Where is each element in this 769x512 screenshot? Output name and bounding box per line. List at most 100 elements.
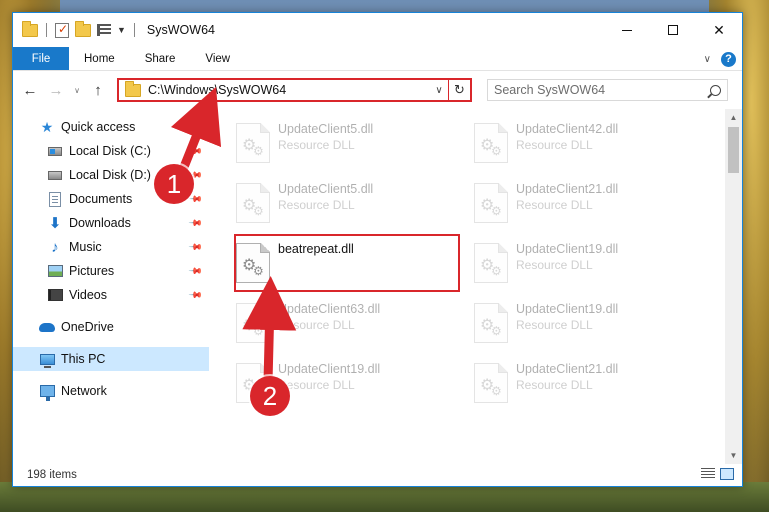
file-text: UpdateClient21.dll Resource DLL <box>516 362 618 392</box>
file-item[interactable]: ⚙ ⚙ UpdateClient21.dll Resource DLL <box>467 357 697 409</box>
vertical-scrollbar[interactable]: ▲ ▼ <box>725 109 742 464</box>
nav-item-label: Network <box>61 384 107 398</box>
file-name: UpdateClient19.dll <box>516 242 619 256</box>
file-item[interactable]: ⚙ ⚙ UpdateClient21.dll Resource DLL <box>467 177 697 229</box>
up-button[interactable]: ↑ <box>87 79 109 101</box>
nav-local-disk-c[interactable]: Local Disk (C:) 📌 <box>13 139 209 163</box>
search-box[interactable] <box>487 79 728 101</box>
nav-pictures[interactable]: Pictures 📌 <box>13 259 209 283</box>
view-options-icon[interactable] <box>97 24 111 36</box>
nav-item-label: Documents <box>69 192 133 206</box>
nav-item-label: Local Disk (D:) <box>69 168 151 182</box>
nav-network[interactable]: Network <box>13 379 209 403</box>
folder-icon <box>22 20 38 37</box>
music-icon: ♪ <box>51 238 59 256</box>
gear-icon: ⚙ <box>253 204 264 218</box>
dll-file-icon: ⚙⚙ <box>236 183 270 223</box>
nav-downloads[interactable]: ⬇ Downloads 📌 <box>13 211 209 235</box>
forward-button[interactable]: → <box>45 79 67 101</box>
file-item[interactable]: ⚙ ⚙ beatrepeat.dll <box>229 237 459 289</box>
window-title: SysWOW64 <box>146 23 215 37</box>
file-item[interactable]: ⚙ ⚙ UpdateClient5.dll Resource DLL <box>229 117 459 169</box>
nav-music[interactable]: ♪ Music 📌 <box>13 235 209 259</box>
file-type: Resource DLL <box>516 318 593 332</box>
details-view-icon[interactable] <box>701 468 715 480</box>
search-icon[interactable] <box>710 84 721 96</box>
gear-icon: ⚙ <box>491 324 502 338</box>
nav-item-label: Quick access <box>61 120 136 134</box>
back-button[interactable]: ← <box>19 79 41 101</box>
nav-this-pc[interactable]: This PC <box>13 347 209 371</box>
dll-file-icon: ⚙⚙ <box>474 363 508 403</box>
file-text: UpdateClient21.dll Resource DLL <box>516 182 618 212</box>
nav-onedrive[interactable]: OneDrive <box>13 315 209 339</box>
tab-file[interactable]: File <box>13 47 69 70</box>
close-button[interactable]: ✕ <box>696 13 742 47</box>
file-name: UpdateClient21.dll <box>516 362 619 376</box>
file-name: UpdateClient42.dll <box>516 122 619 136</box>
nav-quick-access[interactable]: ★ Quick access <box>13 115 209 139</box>
scroll-down-icon[interactable]: ▼ <box>725 447 742 464</box>
dll-file-icon: ⚙⚙ <box>474 183 508 223</box>
address-path[interactable]: C:\Windows\SysWOW64 <box>148 83 430 97</box>
help-icon[interactable]: ? <box>721 51 736 67</box>
tab-home[interactable]: Home <box>69 47 130 70</box>
file-type: Resource DLL <box>516 138 593 152</box>
gear-icon: ⚙ <box>253 144 264 158</box>
new-folder-icon[interactable] <box>75 20 91 37</box>
file-type: Resource DLL <box>516 378 593 392</box>
disk-icon <box>47 167 63 183</box>
downloads-icon: ⬇ <box>48 215 62 232</box>
tab-share[interactable]: Share <box>130 47 191 70</box>
properties-icon[interactable] <box>55 22 69 38</box>
scrollbar-thumb[interactable] <box>728 127 739 173</box>
dll-file-icon: ⚙⚙ <box>236 303 270 343</box>
file-type: Resource DLL <box>516 198 593 212</box>
network-icon <box>39 383 55 401</box>
scroll-up-icon[interactable]: ▲ <box>725 109 742 126</box>
tab-view[interactable]: View <box>190 47 245 70</box>
ribbon-right-controls: ∨ ? <box>704 47 736 71</box>
ribbon-tabs: File Home Share View ∨ ? <box>13 47 742 71</box>
nav-item-label: OneDrive <box>61 320 114 334</box>
expand-ribbon-chevron-icon[interactable]: ∨ <box>704 54 711 65</box>
dll-file-icon: ⚙⚙ <box>474 123 508 163</box>
customize-toolbar-dropdown-icon[interactable]: ▼ <box>117 25 126 35</box>
maximize-icon <box>668 25 678 35</box>
file-text: UpdateClient19.dll Resource DLL <box>516 242 618 272</box>
nav-videos[interactable]: Videos 📌 <box>13 283 209 307</box>
address-dropdown-icon[interactable]: ∨ <box>430 85 448 96</box>
content-area: ★ Quick access Local Disk (C:) 📌 Local D… <box>13 109 742 464</box>
pin-icon[interactable]: 📌 <box>188 215 203 231</box>
pin-icon[interactable]: 📌 <box>188 239 203 255</box>
file-item[interactable]: ⚙ ⚙ UpdateClient5.dll Resource DLL <box>229 177 459 229</box>
file-item[interactable]: ⚙⚙ UpdateClient19.dll Resource DLL <box>467 237 697 289</box>
refresh-button[interactable]: ↻ <box>448 80 470 100</box>
pin-icon[interactable]: 📌 <box>188 263 203 279</box>
maximize-button[interactable] <box>650 13 696 47</box>
pin-icon[interactable]: 📌 <box>188 143 203 159</box>
minimize-button[interactable] <box>604 13 650 47</box>
navigation-pane: ★ Quick access Local Disk (C:) 📌 Local D… <box>13 109 209 464</box>
file-item[interactable]: ⚙ ⚙ UpdateClient63.dll Resource DLL <box>229 297 459 349</box>
recent-locations-dropdown-icon[interactable]: ∨ <box>71 79 83 101</box>
file-item[interactable]: ⚙ ⚙ UpdateClient42.dll Resource DLL <box>467 117 697 169</box>
large-icons-view-icon[interactable] <box>720 468 734 480</box>
documents-icon <box>47 191 63 207</box>
file-name: UpdateClient21.dll <box>516 182 619 196</box>
nav-item-label: Videos <box>69 288 107 302</box>
file-type: Resource DLL <box>516 258 593 272</box>
file-item[interactable]: ⚙⚙ UpdateClient19.dll Resource DLL <box>467 297 697 349</box>
gear-icon: ⚙ <box>253 264 264 278</box>
pin-icon[interactable]: 📌 <box>188 287 203 303</box>
folder-icon <box>125 80 141 97</box>
address-box[interactable]: C:\Windows\SysWOW64 ∨ ↻ <box>117 78 472 102</box>
nav-item-label: Music <box>69 240 102 254</box>
toolbar-divider <box>133 23 135 37</box>
star-icon: ★ <box>40 118 54 135</box>
cloud-icon <box>39 319 55 335</box>
search-input[interactable] <box>494 83 710 97</box>
